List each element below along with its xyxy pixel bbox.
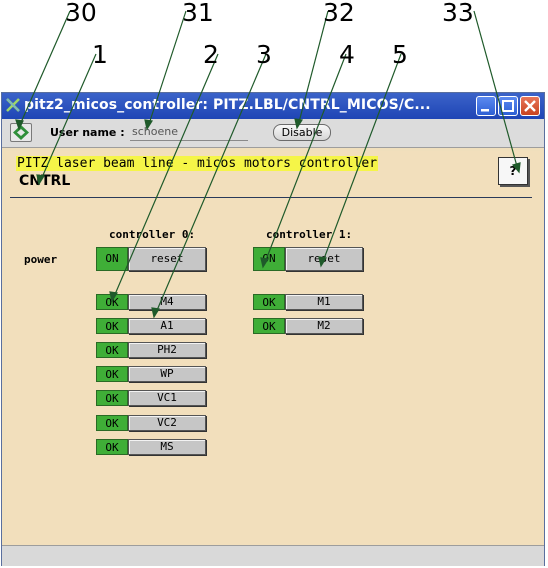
panel-subtitle: PITZ laser beam line - micos motors cont… [16,156,379,171]
callout-1: 1 [92,40,108,69]
motor-button-m2[interactable]: M2 [285,318,363,334]
user-name-label: User name : [50,126,125,139]
controller-0-heading: controller 0: [109,228,196,241]
motor-status: OK [253,294,285,310]
disable-button[interactable]: Disable [273,124,331,141]
callout-2: 2 [203,40,219,69]
close-icon [524,100,536,112]
minimize-icon [481,109,489,112]
title-bar[interactable]: pitz2_micos_controller: PITZ.LBL/CNTRL_M… [2,93,544,119]
motor-button-wp[interactable]: WP [128,366,206,382]
minimize-button[interactable] [476,96,496,116]
motor-button-ms[interactable]: MS [128,439,206,455]
controller-0-power-status[interactable]: ON [96,247,128,271]
callout-30: 30 [65,0,97,27]
callout-3: 3 [256,40,272,69]
app-icon [6,98,20,112]
power-label: power [24,253,58,266]
motor-status: OK [96,294,128,310]
diamond-arrow-icon [13,125,29,140]
maximize-icon [502,100,514,112]
motor-button-vc2[interactable]: VC2 [128,415,206,431]
callout-33: 33 [442,0,474,27]
callout-4: 4 [339,40,355,69]
controller-1-heading: controller 1: [266,228,353,241]
motor-button-m1[interactable]: M1 [285,294,363,310]
app-window: pitz2_micos_controller: PITZ.LBL/CNTRL_M… [1,92,545,566]
motor-status: OK [96,439,128,455]
motor-status: OK [96,366,128,382]
status-bar [2,545,544,566]
motor-button-vc1[interactable]: VC1 [128,390,206,406]
panel-title: CNTRL [19,173,71,189]
help-button[interactable]: ? [498,157,528,185]
controller-1-reset-button[interactable]: reset [285,247,363,271]
maximize-button[interactable] [498,96,518,116]
motor-button-ph2[interactable]: PH2 [128,342,206,358]
motor-button-a1[interactable]: A1 [128,318,206,334]
motor-button-m4[interactable]: M4 [128,294,206,310]
motor-status: OK [96,318,128,334]
close-button[interactable] [520,96,540,116]
main-panel: PITZ laser beam line - micos motors cont… [6,151,540,545]
controller-0-reset-button[interactable]: reset [128,247,206,271]
home-button[interactable] [10,123,32,142]
divider [10,197,532,198]
motor-status: OK [96,342,128,358]
window-title: pitz2_micos_controller: PITZ.LBL/CNTRL_M… [24,97,431,113]
controller-1-power-status[interactable]: ON [253,247,285,271]
toolbar: User name : Disable [2,119,544,148]
motor-status: OK [96,390,128,406]
callout-5: 5 [392,40,408,69]
motor-status: OK [96,415,128,431]
motor-status: OK [253,318,285,334]
callout-32: 32 [323,0,355,27]
user-name-field[interactable] [130,123,248,141]
callout-31: 31 [182,0,214,27]
